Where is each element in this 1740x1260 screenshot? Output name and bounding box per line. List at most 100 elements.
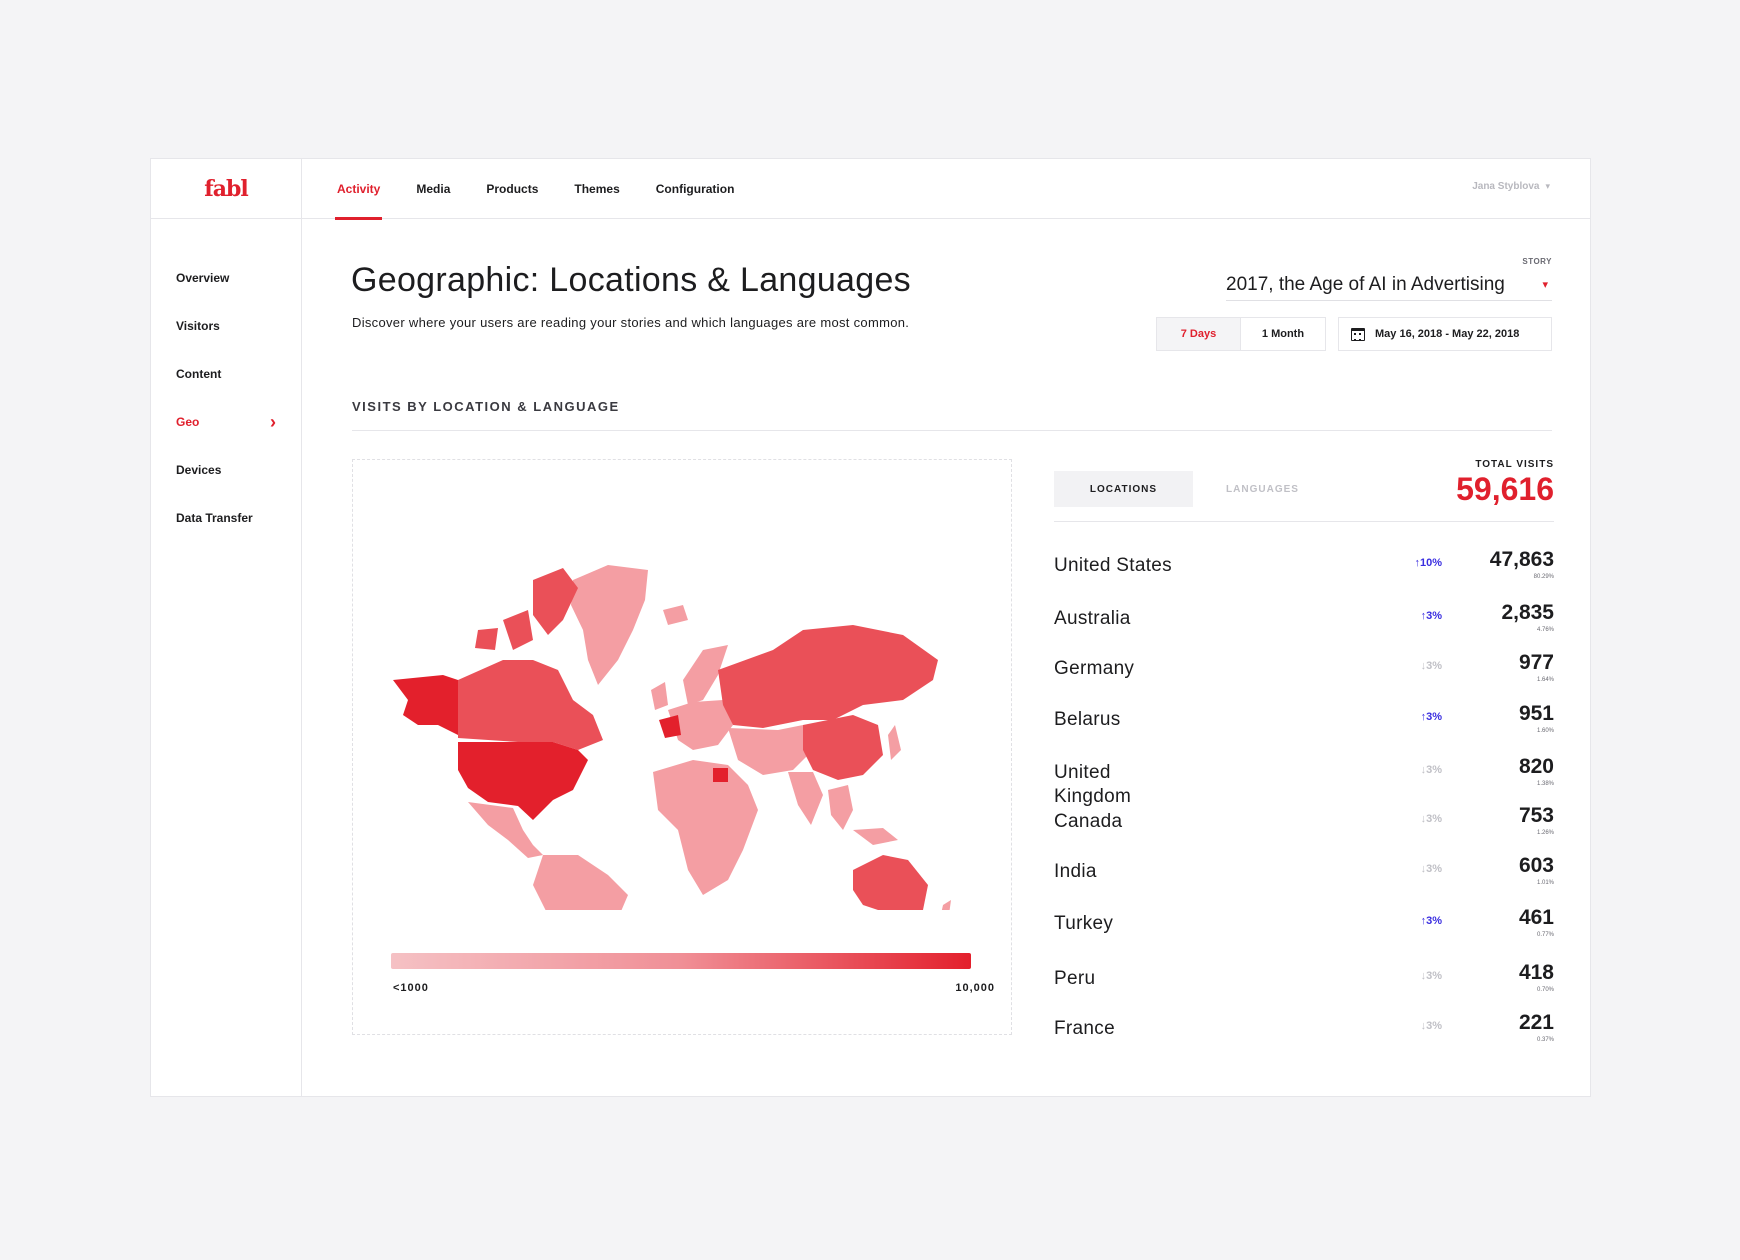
range-7-days-button[interactable]: 7 Days <box>1157 318 1241 350</box>
visits-percent: 0.77% <box>1536 932 1554 938</box>
change-indicator: ↓3% <box>1420 863 1442 875</box>
visits-percent: 0.70% <box>1536 987 1554 993</box>
list-item[interactable]: Turkey ↑3% 461 0.77% <box>1054 906 1554 956</box>
visits-value: 418 <box>1518 961 1554 984</box>
list-item[interactable]: Canada ↓3% 753 1.26% <box>1054 804 1554 854</box>
story-select[interactable]: 2017, the Age of AI in Advertising ▾ <box>1226 269 1552 301</box>
visits-value: 221 <box>1518 1011 1554 1034</box>
tab-themes[interactable]: Themes <box>572 159 621 219</box>
map-legend-gradient <box>391 953 971 969</box>
range-1-month-button[interactable]: 1 Month <box>1241 318 1325 350</box>
section-title: VISITS BY LOCATION & LANGUAGE <box>352 399 620 414</box>
app-window: fabl Overview Visitors Content Geo › Devi… <box>150 158 1591 1097</box>
map-region-france[interactable] <box>659 715 681 738</box>
sidebar-item-label: Data Transfer <box>176 511 253 525</box>
section-divider <box>352 430 1552 431</box>
fabl-logo[interactable]: fabl <box>151 159 301 219</box>
sidebar-item-label: Visitors <box>176 319 220 333</box>
list-item[interactable]: Belarus ↑3% 951 1.60% <box>1054 702 1554 752</box>
story-value: 2017, the Age of AI in Advertising <box>1226 273 1505 295</box>
sidebar: fabl Overview Visitors Content Geo › Devi… <box>151 159 302 1096</box>
map-region-new-zealand[interactable] <box>938 900 951 910</box>
sidebar-item-label: Overview <box>176 271 230 285</box>
date-range-picker[interactable]: May 16, 2018 - May 22, 2018 <box>1338 317 1552 351</box>
calendar-icon <box>1351 327 1365 341</box>
map-region-south-america[interactable] <box>533 855 628 910</box>
visits-value: 753 <box>1518 804 1554 827</box>
map-region-japan[interactable] <box>888 725 901 760</box>
tab-products[interactable]: Products <box>484 159 540 219</box>
panel-divider <box>1054 521 1554 522</box>
tab-media[interactable]: Media <box>414 159 452 219</box>
total-visits-value: 59,616 <box>1456 471 1554 507</box>
map-region-egypt[interactable] <box>713 768 728 782</box>
map-region-united-kingdom[interactable] <box>651 682 668 710</box>
map-region-southeast-asia[interactable] <box>828 785 898 845</box>
logo-text: fabl <box>204 175 248 202</box>
visits-value: 2,835 <box>1501 601 1554 624</box>
country-name: Australia <box>1054 608 1131 629</box>
map-region-alaska[interactable] <box>393 675 458 735</box>
list-item[interactable]: Germany ↓3% 977 1.64% <box>1054 651 1554 701</box>
map-region-china[interactable] <box>803 715 883 780</box>
country-name: India <box>1054 861 1097 882</box>
story-label: STORY <box>1522 257 1552 266</box>
sidebar-item-label: Geo <box>176 415 200 429</box>
list-item[interactable]: United States ↑10% 47,863 80.29% <box>1054 548 1554 598</box>
map-region-iceland[interactable] <box>663 605 688 625</box>
visits-percent: 1.01% <box>1536 880 1554 886</box>
tab-locations[interactable]: LOCATIONS <box>1054 471 1193 507</box>
visits-value: 461 <box>1518 906 1554 929</box>
map-region-greenland[interactable] <box>571 565 648 685</box>
country-name: Peru <box>1054 968 1096 989</box>
tab-configuration[interactable]: Configuration <box>654 159 737 219</box>
list-item[interactable]: India ↓3% 603 1.01% <box>1054 854 1554 904</box>
visits-value: 820 <box>1518 755 1554 778</box>
sidebar-item-devices[interactable]: Devices <box>176 446 276 494</box>
change-indicator: ↓3% <box>1420 813 1442 825</box>
visits-percent: 1.26% <box>1536 830 1554 836</box>
list-item[interactable]: France ↓3% 221 0.37% <box>1054 1011 1554 1061</box>
map-region-africa[interactable] <box>653 760 758 895</box>
sidebar-nav: Overview Visitors Content Geo › Devices D… <box>176 254 276 542</box>
world-map[interactable] <box>383 510 983 910</box>
country-name: France <box>1054 1018 1115 1039</box>
visits-percent: 0.37% <box>1536 1037 1554 1043</box>
chevron-down-icon: ▾ <box>1542 279 1548 291</box>
sidebar-item-visitors[interactable]: Visitors <box>176 302 276 350</box>
change-indicator: ↓3% <box>1420 660 1442 672</box>
change-indicator: ↑3% <box>1420 610 1442 622</box>
change-indicator: ↑10% <box>1414 557 1442 569</box>
sidebar-item-geo[interactable]: Geo › <box>176 398 276 446</box>
range-selector: 7 Days 1 Month <box>1156 317 1326 351</box>
tab-languages[interactable]: LANGUAGES <box>1193 471 1332 507</box>
map-region-canada[interactable] <box>458 660 603 750</box>
sidebar-item-content[interactable]: Content <box>176 350 276 398</box>
map-region-central-asia[interactable] <box>728 725 813 775</box>
list-item[interactable]: United Kingdom ↓3% 820 1.38% <box>1054 755 1554 807</box>
map-region-australia[interactable] <box>853 855 928 910</box>
map-region-russia[interactable] <box>718 625 938 728</box>
map-region-canada-islands[interactable] <box>475 568 578 650</box>
country-name: Belarus <box>1054 709 1121 730</box>
sidebar-item-label: Content <box>176 367 222 381</box>
visits-value: 603 <box>1518 854 1554 877</box>
change-indicator: ↑3% <box>1420 711 1442 723</box>
sidebar-item-data-transfer[interactable]: Data Transfer <box>176 494 276 542</box>
visits-percent: 80.29% <box>1533 574 1554 580</box>
tab-activity[interactable]: Activity <box>335 159 383 220</box>
list-item[interactable]: Peru ↓3% 418 0.70% <box>1054 961 1554 1011</box>
change-indicator: ↑3% <box>1420 915 1442 927</box>
date-range-text: May 16, 2018 - May 22, 2018 <box>1375 328 1520 340</box>
legend-max-label: 10,000 <box>955 982 995 994</box>
legend-min-label: <1000 <box>393 982 429 994</box>
page-description: Discover where your users are reading yo… <box>352 315 910 330</box>
main-content: Geographic: Locations & Languages Discov… <box>302 219 1590 1096</box>
user-name: Jana Styblova <box>1472 181 1540 192</box>
page-title: Geographic: Locations & Languages <box>351 261 911 299</box>
user-menu[interactable]: Jana Styblova ▾ <box>1472 181 1550 192</box>
visits-percent: 1.60% <box>1536 728 1554 734</box>
map-region-india[interactable] <box>788 772 823 825</box>
sidebar-item-overview[interactable]: Overview <box>176 254 276 302</box>
list-item[interactable]: Australia ↑3% 2,835 4.76% <box>1054 601 1554 651</box>
